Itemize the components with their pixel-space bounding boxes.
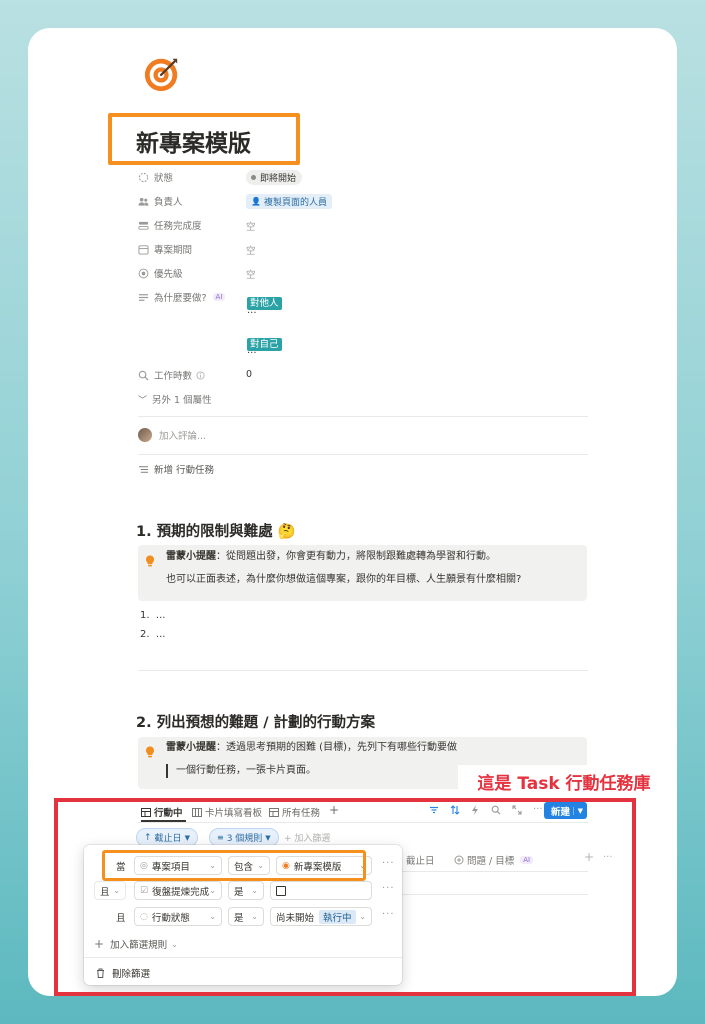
list-item[interactable]: 1. ... bbox=[140, 610, 165, 621]
page-title[interactable]: 新專案模版 bbox=[136, 124, 251, 158]
target-icon[interactable] bbox=[143, 55, 181, 93]
status-badge[interactable]: 即將開始 bbox=[246, 170, 303, 185]
completion-value[interactable]: 空 bbox=[246, 219, 256, 233]
property-status[interactable]: 狀態 bbox=[138, 168, 173, 186]
list-icon bbox=[138, 465, 149, 473]
database-highlight-box bbox=[54, 798, 636, 996]
people-icon bbox=[138, 197, 149, 206]
callout-block[interactable]: 雷蒙小提醒：從問題出發，你會更有動力，將限制跟難處轉為學習和行動。 也可以正面表… bbox=[138, 545, 587, 601]
property-owner[interactable]: 負責人 bbox=[138, 192, 183, 210]
more-properties-toggle[interactable]: ﹀ 另外 1 個屬性 bbox=[138, 390, 212, 408]
text-icon bbox=[138, 293, 149, 301]
notion-page-card: 新專案模版 狀態 即將開始 負責人 👤 複製頁面的人員 任務完成度 空 專案期間 … bbox=[28, 28, 677, 996]
owner-badge[interactable]: 👤 複製頁面的人員 bbox=[246, 194, 332, 209]
status-icon bbox=[138, 172, 149, 182]
divider bbox=[138, 454, 588, 455]
period-value[interactable]: 空 bbox=[246, 243, 256, 257]
hours-value[interactable]: 0 bbox=[246, 369, 252, 380]
info-icon bbox=[196, 370, 205, 380]
why-ellipsis: ... bbox=[247, 345, 257, 356]
calendar-icon bbox=[138, 244, 149, 255]
ai-badge: AI bbox=[212, 293, 226, 301]
section-heading[interactable]: 1. 預期的限制與難處 🤔 bbox=[136, 520, 296, 541]
list-item[interactable]: 2. ... bbox=[140, 629, 165, 640]
lightbulb-icon bbox=[146, 555, 154, 567]
property-period[interactable]: 專案期間 bbox=[138, 240, 192, 258]
property-completion[interactable]: 任務完成度 bbox=[138, 216, 202, 234]
chevron-down-icon: ﹀ bbox=[138, 395, 148, 406]
annotation-label: 這是 Task 行動任務庫 bbox=[458, 765, 670, 797]
avatar bbox=[138, 428, 152, 442]
add-task-button[interactable]: 新增 行動任務 bbox=[138, 460, 214, 478]
quote-bar bbox=[166, 764, 168, 778]
comment-input[interactable]: 加入評論... bbox=[138, 428, 206, 442]
divider bbox=[138, 670, 588, 671]
priority-value[interactable]: 空 bbox=[246, 267, 256, 281]
priority-icon bbox=[138, 268, 149, 278]
search-icon bbox=[138, 370, 149, 381]
property-priority[interactable]: 優先級 bbox=[138, 264, 183, 282]
lightbulb-icon bbox=[146, 746, 154, 758]
property-why[interactable]: 為什麼要做? AI bbox=[138, 288, 226, 306]
divider bbox=[138, 416, 588, 417]
section-heading[interactable]: 2. 列出預想的難題 / 計劃的行動方案 bbox=[136, 711, 375, 732]
property-hours[interactable]: 工作時數 bbox=[138, 366, 210, 384]
progress-icon bbox=[138, 221, 149, 230]
why-ellipsis: ... bbox=[247, 305, 257, 316]
person-icon: 👤 bbox=[251, 197, 261, 206]
